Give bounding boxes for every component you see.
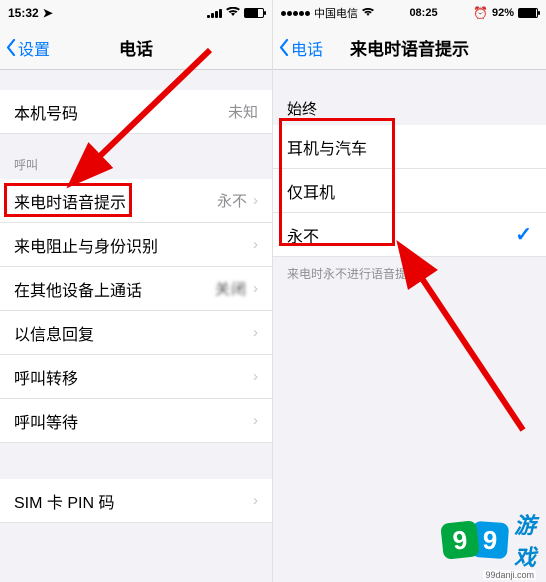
battery-icon bbox=[518, 8, 538, 18]
back-label: 电话 bbox=[291, 36, 323, 60]
row-value: 永不 bbox=[217, 190, 247, 211]
location-icon: ➤ bbox=[43, 6, 53, 20]
checkmark-icon: ✓ bbox=[515, 222, 532, 247]
left-phone-screen: 15:32 ➤ 设置 电话 本机号码 未知 bbox=[0, 0, 273, 582]
chevron-right-icon: › bbox=[253, 236, 258, 253]
right-phone-screen: 中国电信 08:25 ⏰ 92% 电话 来电时语音提示 始终 bbox=[273, 0, 546, 582]
back-label: 设置 bbox=[18, 36, 50, 60]
battery-icon bbox=[244, 8, 264, 18]
battery-text: 92% bbox=[492, 7, 514, 19]
chevron-right-icon: › bbox=[253, 412, 258, 429]
back-button[interactable]: 电话 bbox=[273, 36, 329, 60]
row-label: 本机号码 bbox=[14, 100, 78, 124]
row-sim-pin[interactable]: SIM 卡 PIN 码 › bbox=[0, 479, 272, 523]
row-label: 呼叫等待 bbox=[14, 409, 78, 433]
chevron-left-icon bbox=[6, 39, 16, 56]
back-button[interactable]: 设置 bbox=[0, 36, 56, 60]
row-label: 以信息回复 bbox=[14, 321, 94, 345]
option-headphones-car[interactable]: 耳机与汽车 bbox=[273, 125, 546, 169]
section-header-call: 呼叫 bbox=[0, 134, 272, 179]
row-my-number[interactable]: 本机号码 未知 bbox=[0, 90, 272, 134]
row-label: 呼叫转移 bbox=[14, 365, 78, 389]
status-time: 08:25 bbox=[374, 7, 473, 19]
row-other-devices[interactable]: 在其他设备上通话 关闭 › bbox=[0, 267, 272, 311]
wifi-icon bbox=[362, 6, 374, 20]
chevron-right-icon: › bbox=[253, 324, 258, 341]
chevron-right-icon: › bbox=[253, 280, 258, 297]
row-announce-calls[interactable]: 来电时语音提示 永不 › bbox=[0, 179, 272, 223]
row-value: 关闭 bbox=[215, 278, 247, 299]
alarm-icon: ⏰ bbox=[473, 6, 488, 20]
signal-icon bbox=[281, 11, 310, 16]
nav-bar: 电话 来电时语音提示 bbox=[273, 26, 546, 70]
row-label: 来电时语音提示 bbox=[14, 189, 126, 213]
carrier-label: 中国电信 bbox=[314, 5, 358, 21]
chevron-right-icon: › bbox=[253, 368, 258, 385]
footer-note: 来电时永不进行语音提示。 bbox=[273, 257, 546, 290]
option-label: 耳机与汽车 bbox=[287, 135, 367, 159]
nav-bar: 设置 电话 bbox=[0, 26, 272, 70]
row-call-forwarding[interactable]: 呼叫转移 › bbox=[0, 355, 272, 399]
option-never[interactable]: 永不 ✓ bbox=[273, 213, 546, 257]
row-value: 未知 bbox=[228, 101, 258, 122]
watermark-url: 99danji.com bbox=[483, 570, 536, 580]
status-time: 15:32 bbox=[8, 6, 39, 20]
option-label: 仅耳机 bbox=[287, 179, 335, 203]
row-reply-message[interactable]: 以信息回复 › bbox=[0, 311, 272, 355]
logo-digit: 9 bbox=[440, 520, 480, 560]
watermark-text: 游戏 bbox=[514, 508, 536, 572]
status-bar: 中国电信 08:25 ⏰ 92% bbox=[273, 0, 546, 26]
row-label: SIM 卡 PIN 码 bbox=[14, 489, 114, 513]
chevron-right-icon: › bbox=[253, 492, 258, 509]
chevron-left-icon bbox=[279, 39, 289, 56]
option-label: 永不 bbox=[287, 223, 319, 247]
option-headphones-only[interactable]: 仅耳机 bbox=[273, 169, 546, 213]
section-header: 始终 bbox=[273, 70, 546, 125]
row-label: 来电阻止与身份识别 bbox=[14, 233, 158, 257]
row-call-waiting[interactable]: 呼叫等待 › bbox=[0, 399, 272, 443]
row-block-id[interactable]: 来电阻止与身份识别 › bbox=[0, 223, 272, 267]
wifi-icon bbox=[226, 6, 240, 20]
row-label: 在其他设备上通话 bbox=[14, 277, 142, 301]
status-bar: 15:32 ➤ bbox=[0, 0, 272, 26]
chevron-right-icon: › bbox=[253, 192, 258, 209]
signal-icon bbox=[207, 9, 222, 18]
